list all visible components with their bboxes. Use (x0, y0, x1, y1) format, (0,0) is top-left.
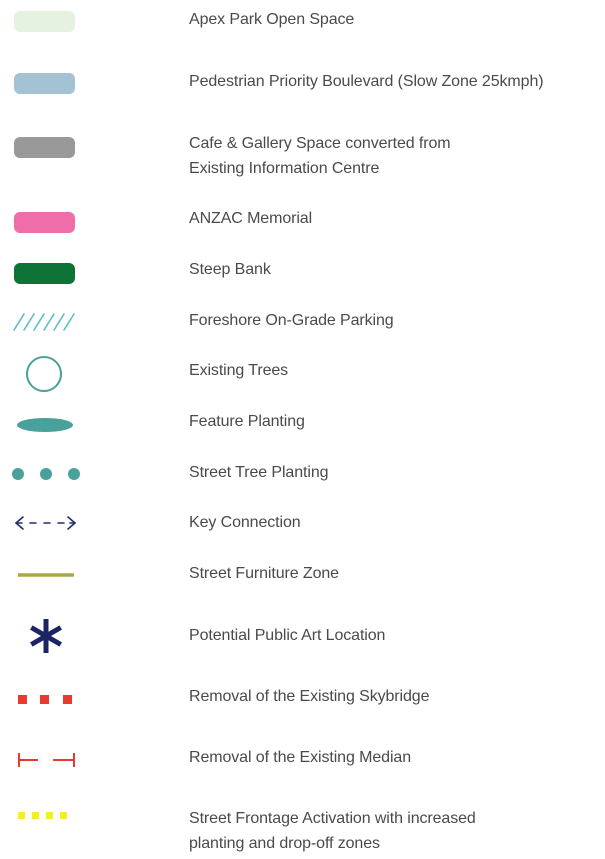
line-icon (8, 555, 82, 595)
circle-outline-icon (8, 354, 82, 394)
swatch-icon (8, 126, 82, 166)
hatch-icon (8, 302, 82, 342)
legend-label: Street Tree Planting (189, 464, 329, 481)
legend-label: Existing Trees (189, 362, 289, 379)
yellow-squares-icon (8, 798, 82, 838)
legend-label: ANZAC Memorial (189, 210, 313, 227)
legend-label: Removal of the Existing Median (189, 749, 412, 766)
legend-label: Apex Park Open Space (189, 11, 355, 28)
red-brackets-icon (8, 740, 82, 780)
legend-label: Street Furniture Zone (189, 565, 339, 582)
legend-label: Street Frontage Activation with increase… (189, 810, 476, 827)
swatch-icon (8, 0, 82, 40)
swatch-icon (8, 201, 82, 241)
ellipse-icon (8, 405, 82, 445)
legend-label: Pedestrian Priority Boulevard (Slow Zone… (189, 73, 544, 90)
dashed-double-arrow-icon (8, 503, 82, 543)
legend-label: Cafe & Gallery Space converted from (189, 135, 451, 152)
swatch-icon (8, 62, 82, 102)
legend-label: Steep Bank (189, 261, 271, 278)
legend-label: Key Connection (189, 514, 301, 531)
red-squares-icon (8, 680, 82, 720)
legend-label-line2: planting and drop-off zones (189, 835, 380, 852)
legend-label: Feature Planting (189, 413, 305, 430)
legend-label-line2: Existing Information Centre (189, 160, 380, 177)
dots-icon (8, 454, 82, 494)
legend-label: Potential Public Art Location (189, 627, 386, 644)
swatch-icon (8, 252, 82, 292)
asterisk-icon (8, 616, 82, 656)
legend-label: Removal of the Existing Skybridge (189, 688, 430, 705)
legend-label: Foreshore On-Grade Parking (189, 312, 394, 329)
legend: { "legend": { "items": [ { "label": "Ape… (0, 0, 605, 859)
